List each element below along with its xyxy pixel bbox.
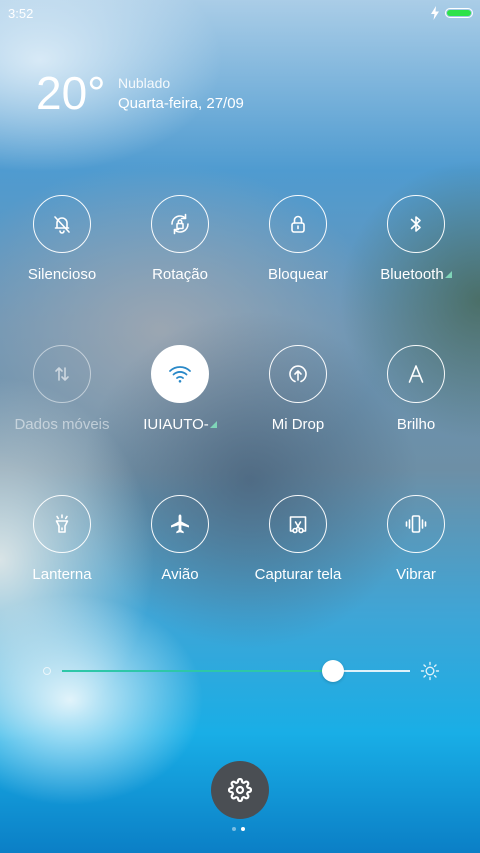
toggle-wifi[interactable]: IUIAUTO- (121, 345, 239, 434)
toggle-silent-button[interactable] (33, 195, 91, 253)
brightness-track-fill (62, 670, 334, 672)
toggle-mobile-data-button[interactable] (33, 345, 91, 403)
toggle-bluetooth-label: Bluetooth (357, 266, 475, 284)
toggle-mobile-data-label: Dados móveis (14, 416, 110, 433)
toggle-mobile-data[interactable]: Dados móveis (3, 345, 121, 434)
wifi-icon (169, 366, 191, 383)
airplane-icon (171, 514, 189, 534)
toggle-rotation-button[interactable] (151, 195, 209, 253)
brightness-slider[interactable] (40, 658, 440, 684)
brightness-min-icon (43, 667, 51, 675)
toggle-mi-drop-button[interactable] (269, 345, 327, 403)
page-indicator (232, 827, 245, 831)
brightness-thumb[interactable] (322, 660, 345, 682)
screenshot-icon (289, 516, 307, 534)
weather-temperature: 20° (36, 67, 106, 119)
submenu-indicator-icon (444, 271, 452, 278)
wifi-network-name: IUIAUTO- (143, 416, 209, 433)
toggle-bluetooth-button[interactable] (387, 195, 445, 253)
weather-condition: Nublado (118, 75, 171, 91)
status-bar: 3:52 (0, 0, 480, 28)
toggle-brightness-button[interactable] (387, 345, 445, 403)
toggle-flashlight[interactable]: Lanterna (3, 495, 121, 584)
toggle-wifi-button[interactable] (151, 345, 209, 403)
toggle-lock-button[interactable] (269, 195, 327, 253)
toggle-bluetooth[interactable]: Bluetooth (357, 195, 475, 284)
submenu-indicator-icon (209, 421, 217, 428)
toggle-rotation-label: Rotação (152, 266, 208, 283)
status-time: 3:52 (8, 6, 34, 21)
vibrate-icon (405, 515, 427, 533)
bluetooth-label-text: Bluetooth (380, 266, 444, 283)
toggle-flashlight-button[interactable] (33, 495, 91, 553)
battery-icon (445, 8, 473, 18)
toggle-vibrate-button[interactable] (387, 495, 445, 553)
bell-off-icon (54, 216, 70, 234)
toggle-airplane-label: Avião (161, 566, 199, 583)
toggle-wifi-label: IUIAUTO- (121, 416, 239, 434)
brightness-track[interactable] (62, 670, 410, 672)
toggle-screenshot[interactable]: Capturar tela (239, 495, 357, 584)
gear-icon (228, 778, 252, 802)
toggle-airplane[interactable]: Avião (121, 495, 239, 584)
toggle-flashlight-label: Lanterna (32, 566, 92, 583)
toggle-mi-drop-label: Mi Drop (271, 416, 325, 433)
toggle-airplane-button[interactable] (151, 495, 209, 553)
toggle-screenshot-label: Capturar tela (254, 566, 342, 583)
lock-icon (291, 215, 305, 233)
sun-icon (420, 661, 440, 681)
toggle-brightness[interactable]: Brilho (357, 345, 475, 434)
auto-brightness-icon (408, 365, 424, 383)
toggle-lock-label: Bloquear (267, 266, 329, 283)
toggle-vibrate[interactable]: Vibrar (357, 495, 475, 584)
toggle-brightness-label: Brilho (396, 416, 436, 433)
flashlight-icon (55, 514, 69, 533)
lightning-icon (431, 6, 439, 20)
page-dot-1[interactable] (232, 827, 236, 831)
toggle-mi-drop[interactable]: Mi Drop (239, 345, 357, 434)
page-dot-2[interactable] (241, 827, 245, 831)
toggle-silent-label: Silencioso (27, 266, 97, 283)
toggle-vibrate-label: Vibrar (396, 566, 436, 583)
toggle-screenshot-button[interactable] (269, 495, 327, 553)
bluetooth-icon (410, 216, 421, 232)
toggle-rotation[interactable]: Rotação (121, 195, 239, 284)
toggle-lock[interactable]: Bloquear (239, 195, 357, 284)
weather-date: Quarta-feira, 27/09 (118, 95, 244, 112)
mi-drop-icon (289, 365, 307, 383)
settings-button[interactable] (211, 761, 269, 819)
toggle-silent[interactable]: Silencioso (3, 195, 121, 284)
mobile-data-icon (55, 367, 69, 381)
rotation-lock-icon (171, 213, 189, 235)
weather-widget[interactable]: 20° Nublado Quarta-feira, 27/09 (36, 67, 244, 119)
